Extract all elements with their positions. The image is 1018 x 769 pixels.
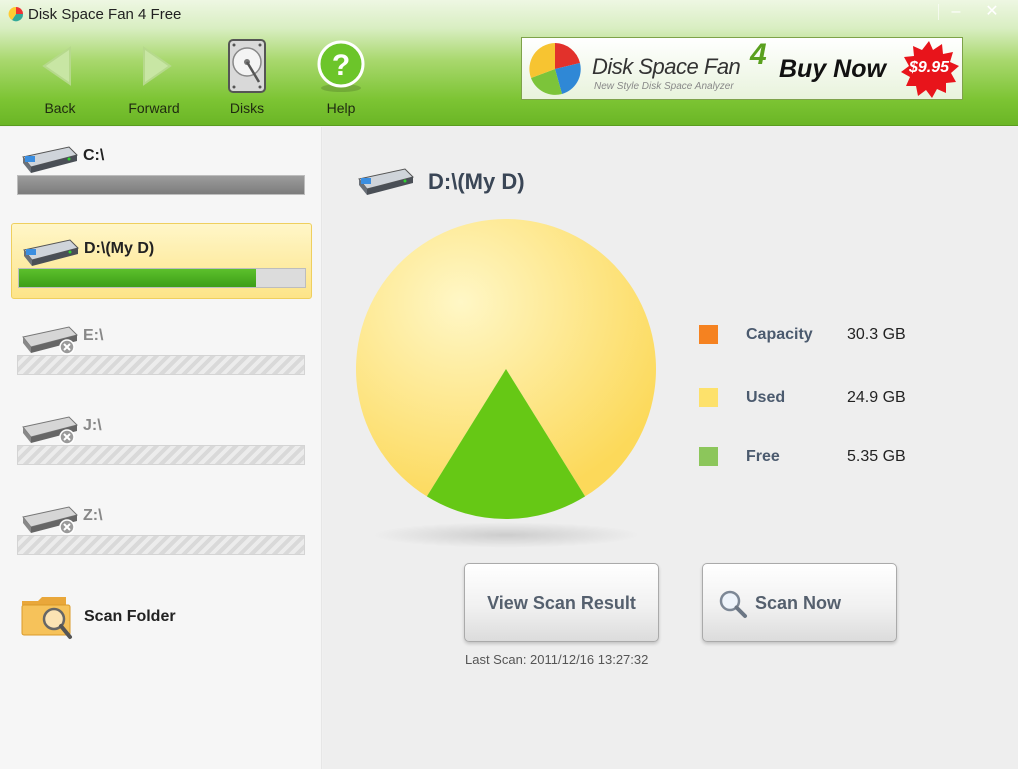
folder-search-icon [21, 597, 72, 639]
drive-usage-fill [19, 269, 257, 287]
toolbar: Disk Space Fan 4 Free – ✕ Back Forward D… [0, 0, 1018, 126]
drive-usage-bar [17, 355, 305, 375]
minimize-button[interactable]: – [942, 2, 970, 24]
banner-product-name: Disk Space Fan [592, 54, 741, 79]
back-button[interactable]: Back [20, 38, 100, 118]
app-logo-icon [8, 6, 24, 22]
window-separator [938, 4, 939, 20]
help-question-icon: ? [317, 40, 365, 92]
drive-usage-bar [18, 268, 306, 288]
legend-swatch-free [699, 447, 718, 466]
legend-value: 30.3 GB [847, 326, 906, 343]
banner-version: 4 [750, 38, 767, 71]
buy-now-label: Buy Now [779, 55, 886, 83]
drive-details-panel: D:\(My D) Capacity 30.3 GB Used 24.9 GB … [323, 127, 1018, 769]
svg-text:?: ? [332, 49, 350, 82]
drive-list: C:\ D:\(My D) E:\ J:\ Z:\ Scan Folder [0, 127, 322, 769]
drive-label: Z:\ [83, 507, 103, 524]
banner-tagline: New Style Disk Space Analyzer [594, 81, 734, 92]
drive-usage-bar [17, 535, 305, 555]
drive-icon [22, 146, 78, 173]
legend-label: Capacity [746, 326, 813, 343]
help-button[interactable]: ? Help [301, 38, 381, 118]
drive-usage-fill [18, 176, 304, 194]
drive-label: J:\ [83, 417, 102, 434]
scan-now-button[interactable]: Scan Now [702, 563, 897, 642]
magnifier-icon [719, 590, 747, 618]
back-arrow-icon [42, 46, 71, 86]
pie-logo-icon [529, 43, 581, 95]
legend-swatch-used [699, 388, 718, 407]
close-button[interactable]: ✕ [978, 2, 1006, 24]
disks-label: Disks [229, 100, 265, 116]
legend-value: 24.9 GB [847, 389, 906, 406]
scan-now-label: Scan Now [755, 593, 842, 613]
drive-label: D:\(My D) [84, 240, 155, 257]
legend-free: Free 5.35 GB [699, 445, 959, 469]
scan-folder-label: Scan Folder [84, 608, 176, 625]
hard-disk-icon [228, 39, 266, 93]
view-scan-result-label: View Scan Result [487, 593, 636, 613]
drive-label: E:\ [83, 327, 104, 344]
legend-label: Free [746, 448, 780, 465]
forward-button[interactable]: Forward [114, 38, 194, 118]
drive-usage-bar [17, 445, 305, 465]
drive-label: C:\ [83, 147, 105, 164]
drive-item-j[interactable]: J:\ [11, 401, 312, 477]
drive-item-d[interactable]: D:\(My D) [11, 223, 312, 299]
view-scan-result-button[interactable]: View Scan Result [464, 563, 659, 642]
drive-item-z[interactable]: Z:\ [11, 491, 312, 567]
drive-unavailable-icon [22, 416, 78, 445]
legend-capacity: Capacity 30.3 GB [699, 323, 959, 347]
window-title: Disk Space Fan 4 Free [28, 6, 182, 23]
legend-value: 5.35 GB [847, 448, 906, 465]
drive-item-e[interactable]: E:\ [11, 311, 312, 387]
drive-item-c[interactable]: C:\ [11, 131, 312, 207]
drive-usage-bar [17, 175, 305, 195]
drive-icon [358, 168, 414, 195]
drive-unavailable-icon [22, 506, 78, 535]
last-scan-timestamp: Last Scan: 2011/12/16 13:27:32 [465, 652, 649, 667]
back-label: Back [44, 100, 76, 116]
drive-unavailable-icon [22, 326, 78, 355]
forward-arrow-icon [143, 46, 172, 86]
legend-label: Used [746, 389, 786, 406]
disks-button[interactable]: Disks [207, 38, 287, 118]
price-label: $9.95 [908, 59, 950, 76]
legend-used: Used 24.9 GB [699, 386, 959, 410]
pie-svg [356, 219, 656, 519]
drive-icon [23, 239, 79, 266]
forward-label: Forward [128, 100, 180, 116]
disk-usage-pie-chart [351, 219, 661, 549]
drive-title: D:\(My D) [428, 169, 525, 194]
pie-shadow [371, 522, 641, 548]
buy-now-banner[interactable]: Disk Space Fan 4 New Style Disk Space An… [521, 37, 963, 100]
legend-swatch-capacity [699, 325, 718, 344]
help-label: Help [326, 100, 356, 116]
scan-folder-button[interactable]: Scan Folder [20, 591, 240, 643]
